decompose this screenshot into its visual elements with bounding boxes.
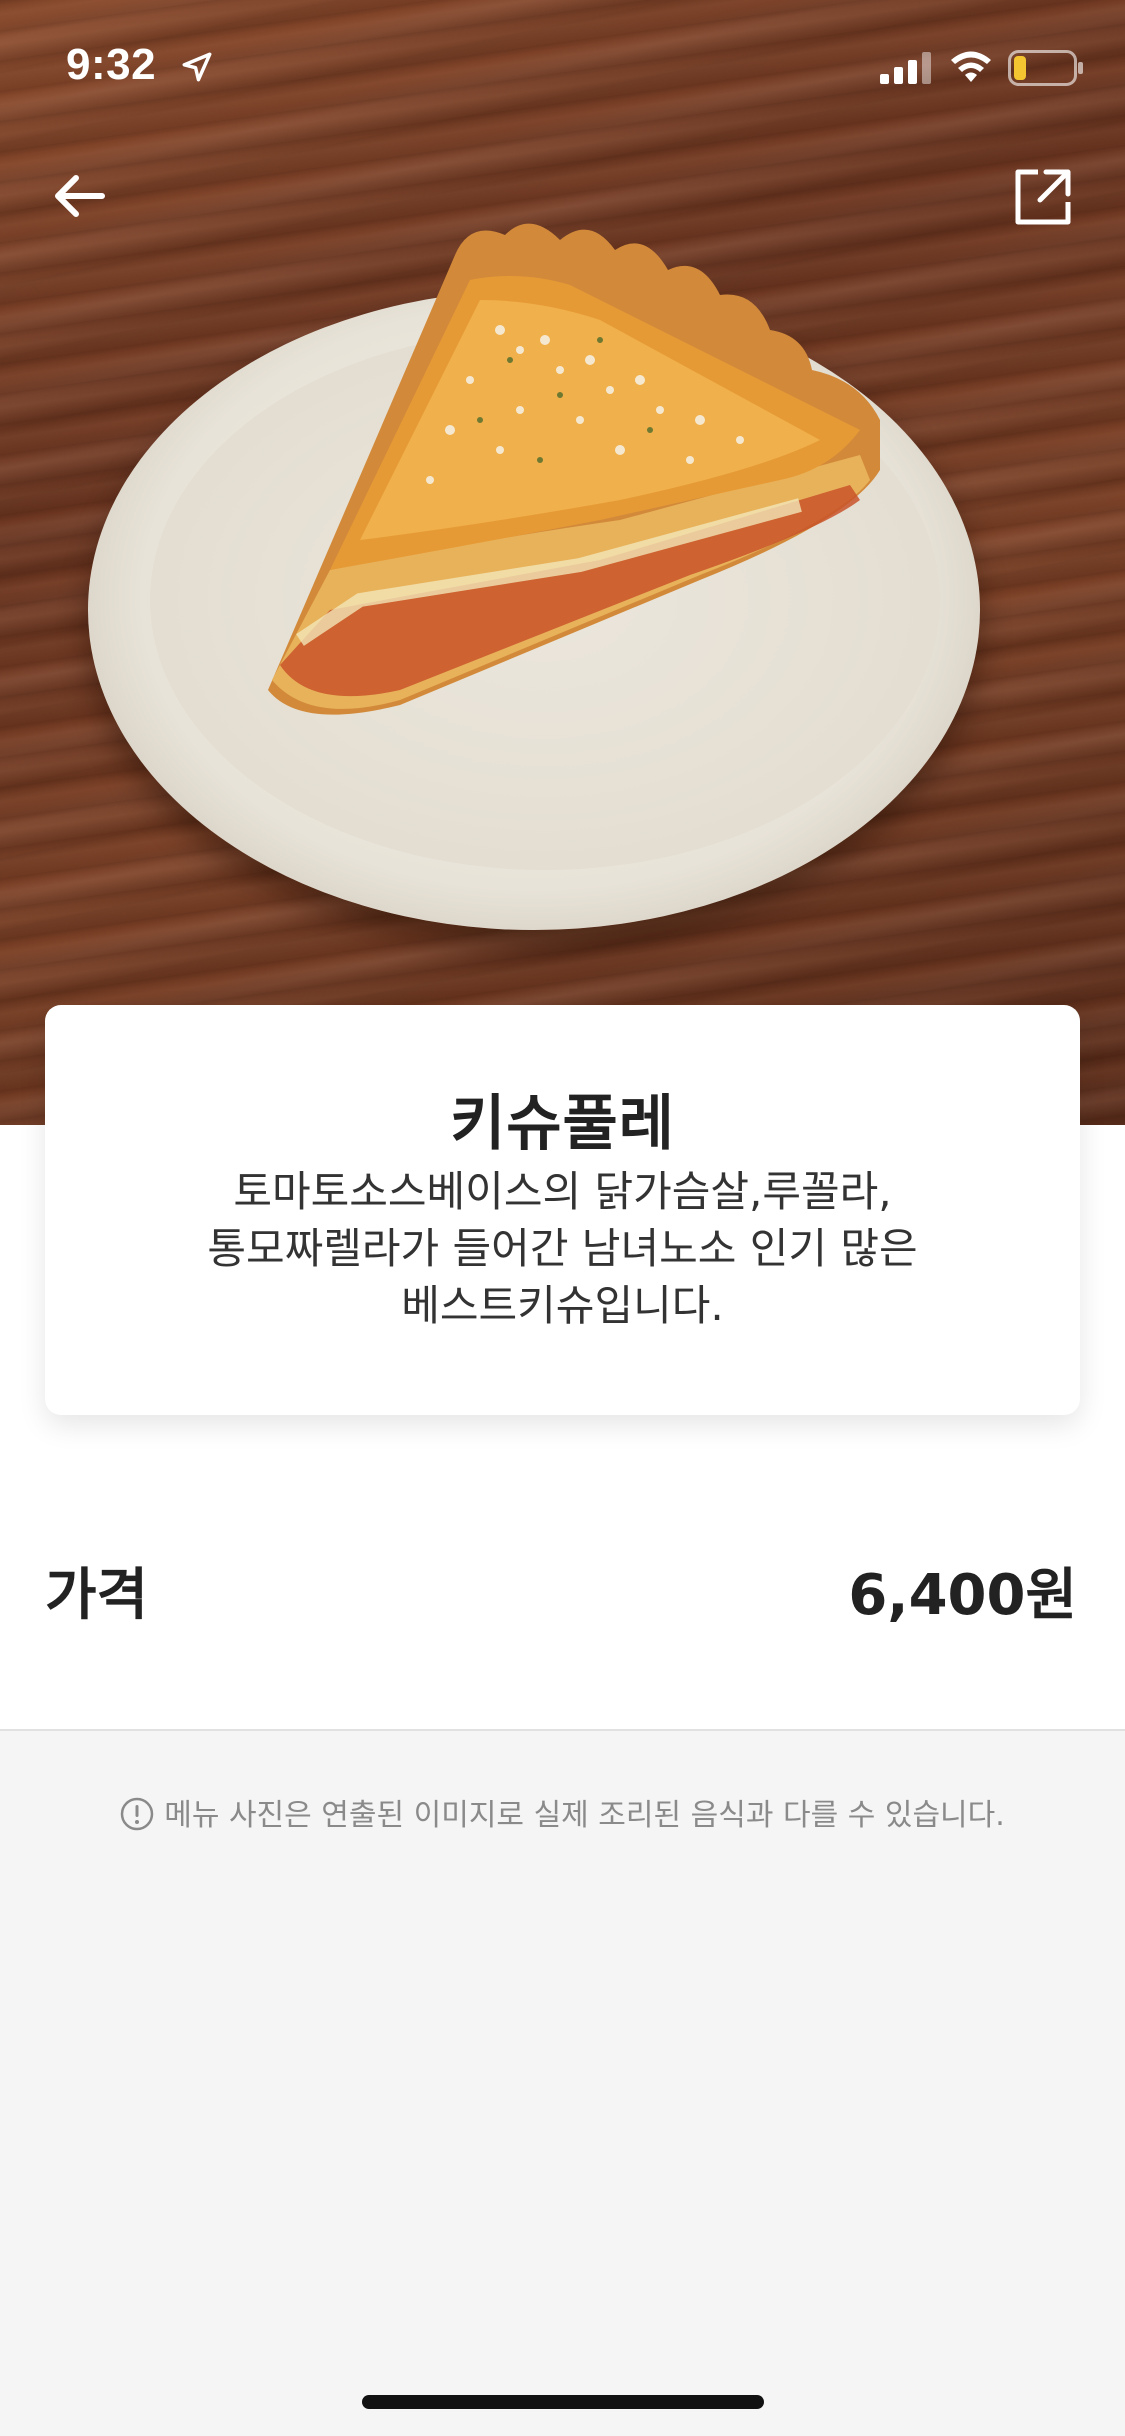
wifi-icon — [951, 51, 991, 82]
back-button[interactable] — [48, 164, 112, 228]
menu-name: 키슈풀레 — [450, 1089, 675, 1159]
home-indicator[interactable] — [362, 2395, 764, 2409]
info-circle-icon — [120, 1797, 154, 1831]
disclaimer-text: 메뉴 사진은 연출된 이미지로 실제 조리된 음식과 다를 수 있습니다. — [164, 1798, 1005, 1833]
signal-icon — [880, 52, 931, 84]
price-value: 6,400원 — [848, 1563, 1077, 1628]
share-button[interactable] — [1012, 166, 1074, 228]
price-row: 가격 6,400원 — [0, 1520, 1125, 1660]
image-disclaimer: 메뉴 사진은 연출된 이미지로 실제 조리된 음식과 다를 수 있습니다. — [0, 1790, 1125, 1834]
quiche-slice-illustration — [268, 223, 880, 715]
location-icon — [182, 52, 212, 82]
status-time: 9:32 — [66, 40, 157, 89]
arrow-left-icon — [55, 175, 105, 217]
menu-description: 토마토소스베이스의 닭가슴살,루꼴라, 통모짜렐라가 들어간 남녀노소 인기 많… — [165, 1163, 960, 1334]
share-external-icon — [1015, 169, 1071, 225]
price-label: 가격 — [45, 1563, 149, 1628]
menu-photo — [0, 0, 1125, 1125]
section-divider — [0, 1729, 1125, 1731]
menu-info-card: 키슈풀레 토마토소스베이스의 닭가슴살,루꼴라, 통모짜렐라가 들어간 남녀노소… — [45, 1005, 1080, 1415]
menu-description-text: 토마토소스베이스의 닭가슴살,루꼴라, 통모짜렐라가 들어간 남녀노소 인기 많… — [207, 1167, 918, 1330]
battery-icon — [1008, 50, 1083, 86]
status-bar: 9:32 — [0, 0, 1125, 132]
